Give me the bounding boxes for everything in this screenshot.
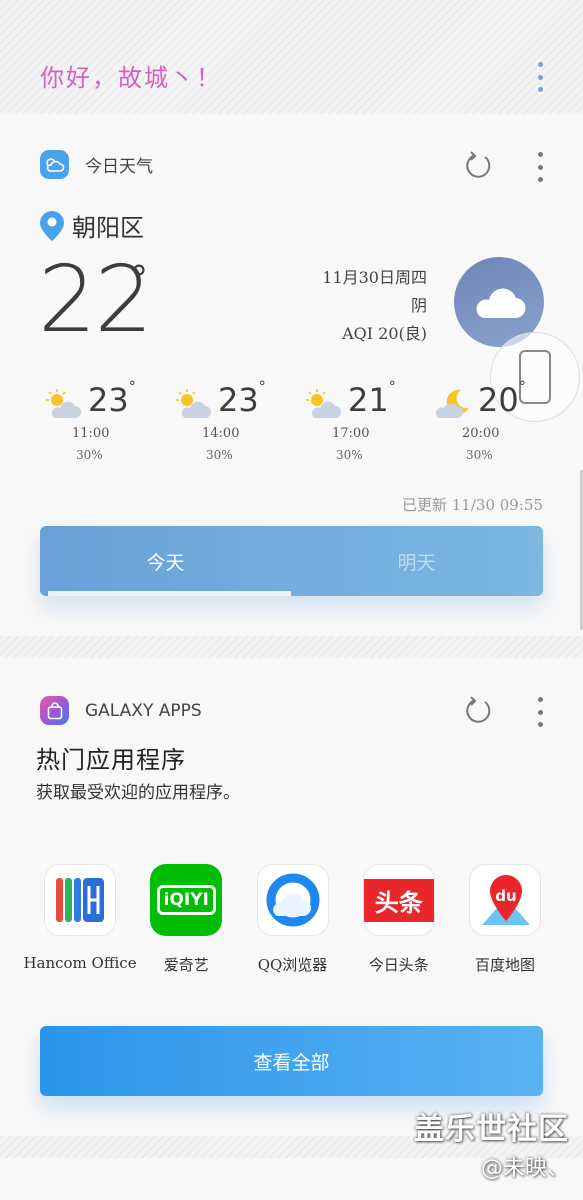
apps-heading: 热门应用程序: [36, 746, 186, 774]
forecast-time: 17:00: [332, 426, 370, 441]
forecast-item: 23° 11:00 30%: [40, 379, 170, 464]
greeting-bar: 你好，故城丶！: [0, 0, 583, 112]
moon-cloud-icon: [435, 389, 469, 418]
date-line: 11月30日周四: [322, 268, 427, 287]
forecast-precip: 30%: [336, 448, 363, 462]
tab-tomorrow[interactable]: 明天: [291, 526, 542, 596]
app-iqiyi[interactable]: iQIYI 爱奇艺: [136, 864, 236, 975]
forecast-precip: 30%: [466, 448, 493, 462]
condition: 阴: [410, 296, 427, 315]
greeting-text: 你好，故城丶！: [40, 64, 222, 92]
hancom-office-icon: [44, 864, 116, 936]
view-all-button[interactable]: 查看全部: [40, 1026, 543, 1096]
forecast-temp: 21°: [348, 379, 396, 419]
day-toggle: 今天 明天: [40, 526, 543, 596]
sun-cloud-icon: [46, 389, 81, 418]
weather-app-icon: [40, 150, 69, 179]
galaxy-apps-card: GALAXY APPS 热门应用程序 获取最受欢迎的应用程序。 Hancom O…: [0, 658, 583, 1136]
sun-cloud-icon: [306, 389, 341, 418]
watermark: 盖乐世社区 @未映、: [414, 1104, 569, 1182]
iqiyi-icon: iQIYI: [150, 864, 223, 936]
location-name: 朝阳区: [72, 214, 144, 242]
app-hancom-office[interactable]: Hancom Office: [23, 864, 137, 975]
apps-card-header: GALAXY APPS: [40, 696, 202, 725]
degree-symbol: °: [130, 259, 148, 300]
weather-card-header: 今日天气: [40, 150, 153, 179]
app-toutiao[interactable]: 头条 今日头条: [349, 864, 449, 975]
forecast-temp: 20°: [478, 379, 526, 419]
location[interactable]: 朝阳区: [40, 208, 144, 243]
app-baidu-map[interactable]: du 百度地图: [455, 864, 555, 975]
hourly-forecast: 23° 11:00 30% 23° 14:00 30% 21° 17:00 30…: [40, 379, 560, 464]
forecast-precip: 30%: [206, 448, 233, 462]
app-label: 百度地图: [474, 956, 535, 974]
app-label: 今日头条: [368, 956, 429, 974]
sun-cloud-icon: [176, 389, 211, 418]
aqi: AQI 20(良): [342, 324, 427, 343]
forecast-item: 21° 17:00 30%: [300, 379, 430, 464]
toutiao-icon: 头条: [362, 864, 435, 936]
tab-today[interactable]: 今天: [40, 526, 291, 596]
forecast-temp: 23°: [88, 379, 136, 419]
forecast-time: 11:00: [72, 426, 110, 441]
weather-card: 今日天气 朝阳区 22 ° 11月30日周四 阴 AQI 20(良) 23° 1…: [0, 114, 583, 636]
forecast-time: 20:00: [462, 426, 500, 441]
location-pin-icon: [40, 210, 64, 241]
last-updated: 已更新 11/30 09:55: [402, 496, 543, 514]
forecast-temp: 23°: [218, 379, 266, 419]
refresh-icon[interactable]: [463, 696, 493, 726]
refresh-icon[interactable]: [463, 151, 493, 181]
galaxy-apps-icon: [40, 696, 69, 725]
watermark-sub: @未映、: [480, 1156, 569, 1181]
active-tab-indicator: [48, 591, 291, 596]
baidu-map-icon: du: [469, 864, 541, 936]
forecast-time: 14:00: [202, 426, 240, 441]
apps-more-icon[interactable]: [532, 697, 548, 727]
weather-more-icon[interactable]: [532, 152, 548, 182]
weather-info: 11月30日周四 阴 AQI 20(良): [322, 264, 427, 348]
app-list: Hancom Office iQIYI 爱奇艺 QQ浏览器 头条 今日头条 du: [23, 864, 555, 975]
watermark-main: 盖乐世社区: [414, 1112, 569, 1147]
forecast-item: 20° 20:00 30%: [430, 379, 560, 464]
app-label: 爱奇艺: [163, 956, 209, 974]
weather-card-title: 今日天气: [85, 157, 153, 177]
apps-subheading: 获取最受欢迎的应用程序。: [36, 783, 240, 803]
app-label: Hancom Office: [23, 954, 137, 972]
more-options-icon[interactable]: [532, 62, 548, 92]
app-label: QQ浏览器: [257, 956, 328, 974]
forecast-precip: 30%: [76, 448, 103, 462]
forecast-item: 23° 14:00 30%: [170, 379, 300, 464]
apps-card-title: GALAXY APPS: [85, 700, 202, 721]
qq-browser-icon: [256, 864, 329, 936]
app-qq-browser[interactable]: QQ浏览器: [243, 864, 343, 975]
